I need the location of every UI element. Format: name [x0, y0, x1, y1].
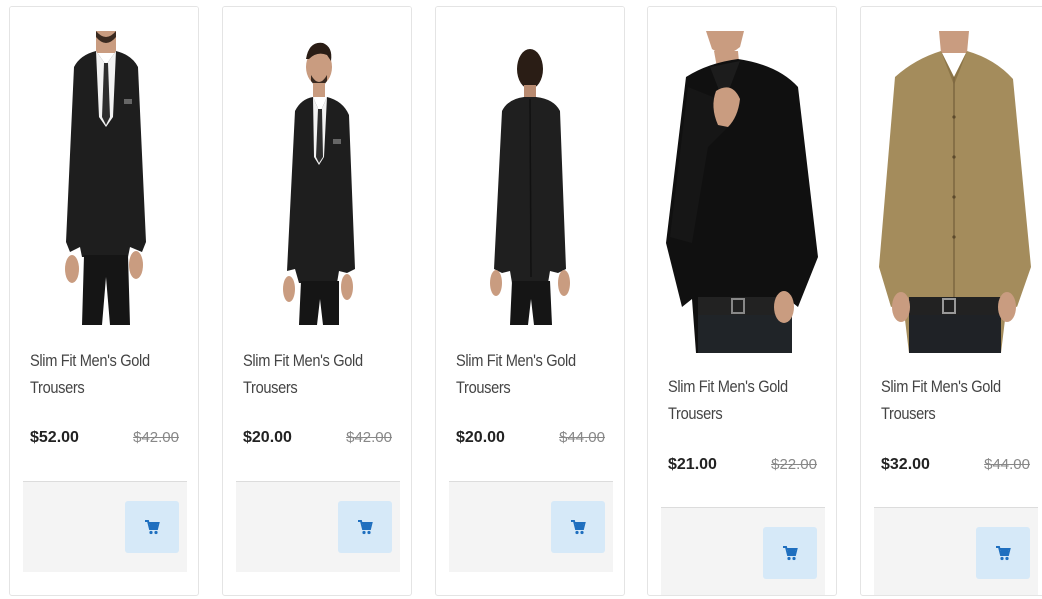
product-grid: Slim Fit Men's Gold Trousers $52.00 $42.… — [0, 0, 1042, 599]
product-name[interactable]: Slim Fit Men's Gold Trousers — [456, 347, 607, 401]
product-card[interactable]: Slim Fit Men's Gold Trousers $20.00 $42.… — [222, 6, 412, 596]
product-name[interactable]: Slim Fit Men's Gold Trousers — [243, 347, 394, 401]
card-footer — [661, 507, 825, 595]
product-image[interactable] — [861, 7, 1042, 353]
product-card[interactable]: Slim Fit Men's Gold Trousers $52.00 $42.… — [9, 6, 199, 596]
add-to-cart-button[interactable] — [763, 527, 817, 579]
product-image[interactable] — [10, 7, 198, 327]
product-old-price: $42.00 — [133, 429, 179, 446]
product-image[interactable] — [223, 7, 411, 327]
product-card[interactable]: Slim Fit Men's Gold Trousers $21.00 $22.… — [647, 6, 837, 596]
shopping-cart-icon — [145, 520, 160, 535]
product-price: $20.00 — [456, 429, 505, 446]
product-price: $20.00 — [243, 429, 292, 446]
card-footer — [874, 507, 1038, 595]
product-name[interactable]: Slim Fit Men's Gold Trousers — [30, 347, 181, 401]
product-card[interactable]: Slim Fit Men's Gold Trousers $20.00 $44.… — [435, 6, 625, 596]
product-image[interactable] — [648, 7, 836, 353]
product-old-price: $22.00 — [771, 456, 817, 473]
shopping-cart-icon — [358, 520, 373, 535]
product-price: $21.00 — [668, 456, 717, 473]
product-name[interactable]: Slim Fit Men's Gold Trousers — [881, 373, 1032, 427]
product-name[interactable]: Slim Fit Men's Gold Trousers — [668, 373, 819, 427]
product-old-price: $44.00 — [984, 456, 1030, 473]
card-footer — [23, 481, 187, 572]
shopping-cart-icon — [996, 546, 1011, 561]
product-price: $32.00 — [881, 456, 930, 473]
product-old-price: $44.00 — [559, 429, 605, 446]
product-old-price: $42.00 — [346, 429, 392, 446]
shopping-cart-icon — [571, 520, 586, 535]
product-image[interactable] — [436, 7, 624, 327]
add-to-cart-button[interactable] — [551, 501, 605, 553]
add-to-cart-button[interactable] — [976, 527, 1030, 579]
shopping-cart-icon — [783, 546, 798, 561]
card-footer — [236, 481, 400, 572]
add-to-cart-button[interactable] — [338, 501, 392, 553]
product-card[interactable]: Slim Fit Men's Gold Trousers $32.00 $44.… — [860, 6, 1042, 596]
card-footer — [449, 481, 613, 572]
product-price: $52.00 — [30, 429, 79, 446]
add-to-cart-button[interactable] — [125, 501, 179, 553]
